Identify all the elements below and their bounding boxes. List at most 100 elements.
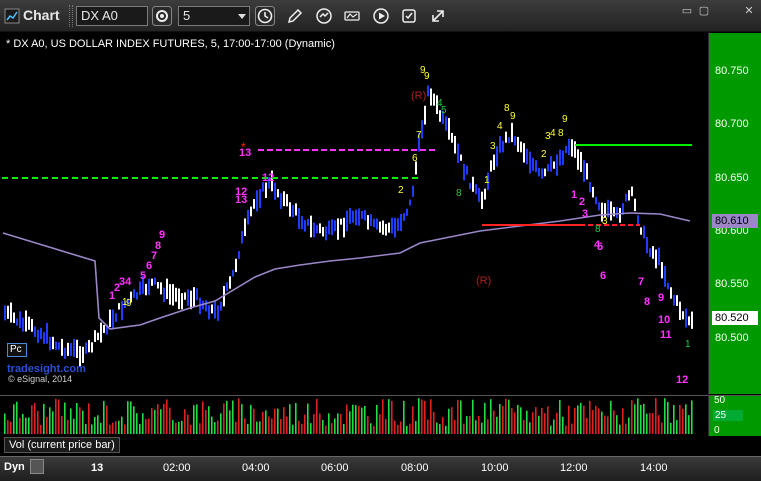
volume-bar xyxy=(268,416,270,434)
price-chart-canvas[interactable]: * (R) (R) 1234 5678913121312123456 78 91011… xyxy=(0,33,708,394)
setup-count-label: 9 xyxy=(159,229,165,241)
price-bar xyxy=(613,207,615,217)
volume-bar xyxy=(130,401,132,434)
setup-count-label: 1 xyxy=(571,189,577,201)
price-bar xyxy=(478,187,480,202)
price-bar xyxy=(685,308,687,328)
volume-bar xyxy=(505,398,507,434)
price-bar xyxy=(400,213,402,232)
price-bar xyxy=(25,310,27,332)
volume-bar xyxy=(28,417,30,434)
volume-bar xyxy=(256,421,258,434)
price-bar xyxy=(559,149,561,166)
dyn-toggle-icon[interactable] xyxy=(30,459,44,474)
price-bar xyxy=(178,288,180,310)
maximize-button[interactable]: ▢ xyxy=(697,4,711,18)
clock-icon[interactable] xyxy=(255,6,275,26)
settings-icon[interactable] xyxy=(152,6,172,26)
volume-bar xyxy=(337,413,339,434)
price-bar xyxy=(358,208,360,226)
volume-bar xyxy=(490,399,492,434)
volume-bar xyxy=(418,398,420,434)
volume-bar xyxy=(670,422,672,434)
link-icon[interactable] xyxy=(428,6,448,26)
symbol-input[interactable]: DX A0 xyxy=(76,6,148,26)
volume-bar xyxy=(121,416,123,434)
price-bar xyxy=(574,141,576,158)
time-label: 12:00 xyxy=(560,462,588,474)
volume-bar xyxy=(403,400,405,434)
volume-bar xyxy=(544,413,546,434)
sequence-count-label: 9 xyxy=(562,114,568,125)
volume-bar xyxy=(625,423,627,434)
price-bar xyxy=(502,140,504,153)
time-label: 08:00 xyxy=(401,462,429,474)
volume-bar xyxy=(73,418,75,434)
price-bar xyxy=(310,215,312,238)
price-bar xyxy=(28,316,30,330)
price-bar xyxy=(187,289,189,306)
volume-bar xyxy=(184,409,186,434)
volume-bar xyxy=(520,407,522,434)
volume-bar xyxy=(397,424,399,434)
price-bar xyxy=(637,215,639,225)
price-bar xyxy=(85,342,87,354)
price-bar xyxy=(46,322,48,344)
volume-bar xyxy=(301,423,303,434)
sequence-count-label: 3 xyxy=(490,141,496,152)
price-bar xyxy=(688,316,690,326)
volume-study-label[interactable]: Vol (current price bar) xyxy=(4,437,120,453)
close-button[interactable]: ✕ xyxy=(742,4,756,18)
volume-bar xyxy=(517,405,519,434)
pencil-icon[interactable] xyxy=(285,6,305,26)
volume-bar xyxy=(187,414,189,434)
price-bar xyxy=(667,282,669,290)
chart-header: * DX A0, US DOLLAR INDEX FUTURES, 5, 17:… xyxy=(6,38,335,50)
volume-bar xyxy=(220,413,222,434)
volume-bar xyxy=(115,421,117,434)
setup-count-label: 3 xyxy=(582,208,588,220)
price-bar xyxy=(241,231,243,244)
volume-bar xyxy=(64,402,66,434)
price-bar xyxy=(193,287,195,308)
setup-count-label: 12 xyxy=(676,374,688,386)
price-bar xyxy=(586,163,588,180)
price-bar xyxy=(484,188,486,200)
price-bar xyxy=(136,292,138,300)
volume-bar xyxy=(253,408,255,434)
volume-bars xyxy=(4,398,693,434)
volume-bar xyxy=(25,417,27,434)
volume-bar xyxy=(541,407,543,434)
properties-icon[interactable] xyxy=(399,6,419,26)
price-bar xyxy=(628,190,630,201)
volume-bar xyxy=(454,419,456,434)
price-bar xyxy=(169,284,171,305)
price-bar xyxy=(550,156,552,172)
refresh-icon[interactable] xyxy=(314,6,334,26)
volume-bar xyxy=(289,404,291,434)
price-bar xyxy=(43,332,45,344)
price-bar xyxy=(49,336,51,351)
price-bar xyxy=(361,210,363,219)
volume-bar xyxy=(175,422,177,434)
volume-bar xyxy=(391,400,393,434)
price-bar xyxy=(4,305,6,321)
pc-badge[interactable]: Pc xyxy=(7,343,27,357)
volume-bar xyxy=(574,407,576,434)
price-bar xyxy=(463,163,465,181)
interval-select[interactable]: 5 xyxy=(178,6,250,26)
price-bar xyxy=(331,219,333,236)
price-bar xyxy=(571,139,573,157)
toolbar-grip[interactable] xyxy=(69,5,73,27)
volume-bar xyxy=(649,413,651,434)
volume-bar xyxy=(199,423,201,434)
volume-bar xyxy=(61,415,63,434)
volume-bar xyxy=(499,403,501,434)
play-icon[interactable] xyxy=(371,6,391,26)
minimize-button[interactable]: ▭ xyxy=(680,4,694,18)
price-bar xyxy=(13,312,15,324)
volume-bar xyxy=(40,424,42,434)
price-bar xyxy=(427,85,429,97)
price-bar xyxy=(7,305,9,319)
study-icon[interactable] xyxy=(342,6,362,26)
